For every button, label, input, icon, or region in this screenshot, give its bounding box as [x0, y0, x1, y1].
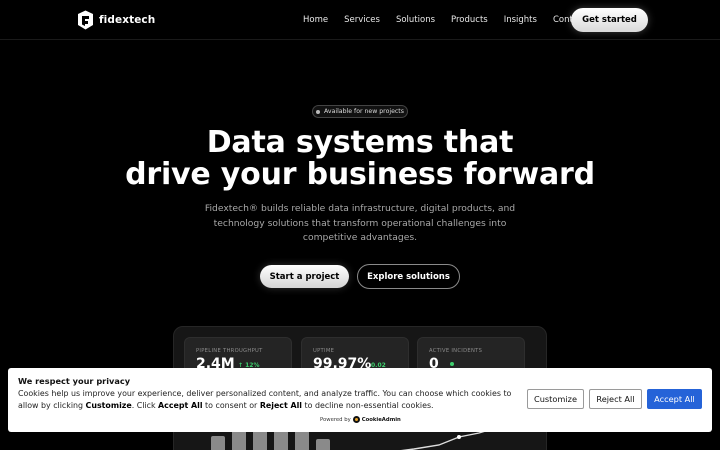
nav-link-products[interactable]: Products — [451, 15, 488, 25]
stat-label: ACTIVE INCIDENTS — [429, 348, 483, 354]
cookie-customize-button[interactable]: Customize — [527, 389, 584, 409]
powered-by-brand: CookieAdmin — [361, 416, 401, 423]
nav-link-insights[interactable]: Insights — [504, 15, 537, 25]
cookie-description: Cookies help us improve your experience,… — [18, 388, 523, 412]
cookie-title: We respect your privacy — [18, 376, 131, 386]
brand-name: fidextech — [99, 14, 156, 26]
cookie-text-mid1: . Click — [131, 401, 159, 410]
hero-title-line1: Data systems that — [206, 125, 514, 160]
cookie-reject-all-button[interactable]: Reject All — [589, 389, 642, 409]
cookieadmin-logo-icon — [352, 416, 360, 423]
hero-subtitle: Fidextech® builds reliable data infrastr… — [204, 203, 516, 243]
cookie-accept-all-button[interactable]: Accept All — [647, 389, 702, 409]
cookie-kw-customize: Customize — [85, 401, 132, 410]
bar-chart-bar — [232, 430, 246, 450]
bar-chart-bar — [211, 436, 225, 450]
top-navigation: fidextech Home Services Solutions Produc… — [0, 0, 720, 40]
availability-badge: Available for new projects — [312, 105, 408, 118]
nav-links: Home Services Solutions Products Insight… — [303, 15, 602, 25]
status-dot-icon — [316, 109, 321, 114]
powered-by-label: Powered by — [320, 416, 351, 423]
get-started-button[interactable]: Get started — [571, 8, 648, 32]
availability-badge-text: Available for new projects — [324, 108, 404, 115]
fidextech-logo-icon — [78, 10, 93, 30]
powered-by[interactable]: Powered by CookieAdmin — [320, 416, 401, 423]
hero-title-line2: drive your business forward — [125, 157, 595, 192]
bar-chart-bar — [295, 430, 309, 450]
cookie-text-mid2: to consent or — [202, 401, 260, 410]
bar-chart-bar — [316, 439, 330, 450]
stat-label: PIPELINE THROUGHPUT — [196, 348, 263, 354]
explore-solutions-button[interactable]: Explore solutions — [357, 264, 460, 289]
stat-label: UPTIME — [313, 348, 335, 354]
nav-link-home[interactable]: Home — [303, 15, 328, 25]
nav-link-services[interactable]: Services — [344, 15, 380, 25]
line-chart-point — [457, 435, 461, 439]
brand-logo[interactable]: fidextech — [76, 10, 155, 30]
status-ok-dot-icon — [450, 362, 454, 366]
cookie-kw-accept: Accept All — [158, 401, 203, 410]
cookie-consent-banner: We respect your privacy Cookies help us … — [8, 368, 712, 432]
cookie-kw-reject: Reject All — [259, 401, 303, 410]
nav-link-solutions[interactable]: Solutions — [396, 15, 435, 25]
hero-title: Data systems that drive your business fo… — [0, 127, 720, 191]
start-project-button[interactable]: Start a project — [260, 265, 349, 288]
cookie-text-end: to decline non-essential cookies. — [302, 401, 434, 410]
